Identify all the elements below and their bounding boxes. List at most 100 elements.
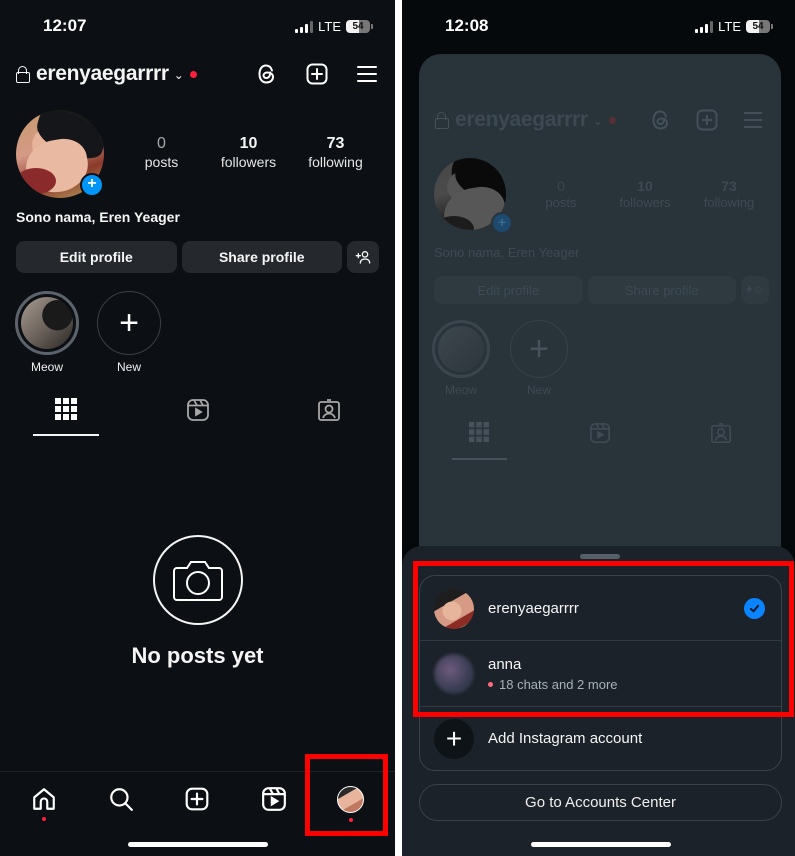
tab-grid[interactable] xyxy=(0,398,132,436)
accounts-center-button[interactable]: Go to Accounts Center xyxy=(419,784,782,821)
account-switcher-sheet: erenyaegarrrr anna 18 chats and 2 more + xyxy=(402,546,795,856)
menu-icon[interactable] xyxy=(355,62,379,86)
account-username: erenyaegarrrr xyxy=(488,600,579,617)
profile-header: erenyaegarrrr ⌄ xyxy=(435,104,765,138)
add-story-icon: + xyxy=(491,212,513,234)
dimmed-profile-background: erenyaegarrrr ⌄ + 0 posts 10 followers 73 f… xyxy=(419,54,781,574)
battery-level: 54 xyxy=(346,20,370,33)
stat-posts[interactable]: 0 posts xyxy=(118,135,205,170)
stat-label: following xyxy=(703,195,755,210)
account-username: anna xyxy=(488,655,522,673)
profile-stats: 0 posts 10 followers 73 following xyxy=(519,178,771,210)
account-row-anna[interactable]: anna 18 chats and 2 more xyxy=(420,641,781,706)
highlight-label: Meow xyxy=(444,383,477,397)
network-label: LTE xyxy=(718,19,741,34)
stat-value: 10 xyxy=(637,178,653,194)
signal-icon xyxy=(295,20,314,33)
nav-create[interactable] xyxy=(172,772,222,831)
nav-home[interactable] xyxy=(19,772,69,831)
create-icon[interactable] xyxy=(305,62,329,86)
account-subtitle: 18 chats and 2 more xyxy=(499,676,618,692)
stat-followers[interactable]: 10 followers xyxy=(205,135,292,170)
tagged-icon xyxy=(318,399,341,421)
threads-icon xyxy=(652,110,669,130)
account-switcher[interactable]: erenyaegarrrr ⌄ xyxy=(16,62,197,86)
lock-icon xyxy=(16,66,30,84)
edit-profile-button[interactable]: Edit profile xyxy=(16,241,177,273)
threads-icon[interactable] xyxy=(255,62,279,86)
profile-screen: 12:07 LTE 54 erenyaegarrrr ⌄ + 0 posts 1… xyxy=(0,0,395,856)
create-icon xyxy=(186,787,209,811)
stat-label: followers xyxy=(619,195,671,210)
tab-tagged[interactable] xyxy=(263,398,395,436)
grid-icon xyxy=(469,422,490,442)
profile-tabs xyxy=(419,422,781,460)
discover-people-button: +☺ xyxy=(741,276,769,304)
tab-grid xyxy=(419,422,540,460)
plus-icon: + xyxy=(97,291,161,355)
tab-reels[interactable] xyxy=(132,398,264,436)
camera-icon xyxy=(173,561,223,601)
account-row-erenyaegarrrr[interactable]: erenyaegarrrr xyxy=(420,576,781,641)
status-bar: 12:07 LTE 54 xyxy=(0,0,395,52)
add-account-row[interactable]: + Add Instagram account xyxy=(420,706,781,771)
plus-icon: + xyxy=(510,320,568,378)
battery-icon: 54 xyxy=(746,20,773,33)
battery-icon: 54 xyxy=(346,20,373,33)
highlight-meow: Meow xyxy=(432,320,490,397)
stat-value: 0 xyxy=(557,178,565,194)
status-time: 12:08 xyxy=(445,16,489,35)
home-indicator xyxy=(128,842,268,847)
profile-tabs xyxy=(0,398,395,436)
share-profile-button[interactable]: Share profile xyxy=(181,241,342,273)
add-story-icon[interactable]: + xyxy=(80,173,104,197)
reels-icon xyxy=(262,787,286,811)
unread-dot xyxy=(488,681,493,687)
selected-check-icon xyxy=(744,598,765,619)
notification-dot xyxy=(42,817,47,821)
profile-header: erenyaegarrrr ⌄ xyxy=(16,58,379,92)
notification-dot xyxy=(348,818,353,822)
tab-tagged xyxy=(660,422,781,460)
nav-reels[interactable] xyxy=(249,772,299,831)
profile-stats: 0 posts 10 followers 73 following xyxy=(118,135,379,170)
search-icon xyxy=(110,788,133,811)
plus-icon: + xyxy=(434,718,474,759)
stat-value: 73 xyxy=(721,178,737,194)
username-title: erenyaegarrrr xyxy=(455,108,588,131)
profile-avatar xyxy=(337,786,365,813)
tagged-icon xyxy=(710,423,731,443)
account-avatar xyxy=(434,588,474,629)
battery-level: 54 xyxy=(746,20,770,33)
grid-icon xyxy=(54,398,77,420)
bottom-nav xyxy=(0,771,395,831)
share-profile-button: Share profile xyxy=(587,276,736,304)
screenshot-pair: 12:07 LTE 54 erenyaegarrrr ⌄ + 0 posts 1… xyxy=(0,0,795,856)
chevron-down-icon: ⌄ xyxy=(173,68,184,82)
nav-search[interactable] xyxy=(96,772,146,831)
home-indicator xyxy=(531,842,671,847)
account-switcher: erenyaegarrrr ⌄ xyxy=(435,108,616,132)
status-time: 12:07 xyxy=(43,16,87,35)
tab-reels xyxy=(540,422,661,460)
lock-icon xyxy=(435,112,449,130)
sheet-grabber[interactable] xyxy=(580,554,620,559)
status-bar: 12:08 LTE 54 xyxy=(402,0,795,52)
username-title: erenyaegarrrr xyxy=(36,62,169,85)
discover-people-button[interactable] xyxy=(347,241,379,273)
add-person-icon xyxy=(355,251,371,264)
empty-posts-graphic xyxy=(153,535,243,625)
nav-profile[interactable] xyxy=(326,772,376,831)
account-list: erenyaegarrrr anna 18 chats and 2 more + xyxy=(419,575,782,771)
create-icon xyxy=(696,109,718,131)
account-avatar xyxy=(434,653,474,694)
highlight-new: + New xyxy=(510,320,568,397)
reels-icon xyxy=(590,423,610,443)
highlight-new[interactable]: + New xyxy=(97,291,161,374)
profile-bio: Sono nama, Eren Yeager xyxy=(16,209,180,225)
account-switcher-screen: 12:08 LTE 54 erenyaegarrrr ⌄ + 0 posts 1… xyxy=(402,0,795,856)
highlight-meow[interactable]: Meow xyxy=(15,291,79,374)
stat-label: posts xyxy=(545,195,577,210)
stat-following[interactable]: 73 following xyxy=(292,135,379,170)
reels-icon xyxy=(186,399,209,421)
